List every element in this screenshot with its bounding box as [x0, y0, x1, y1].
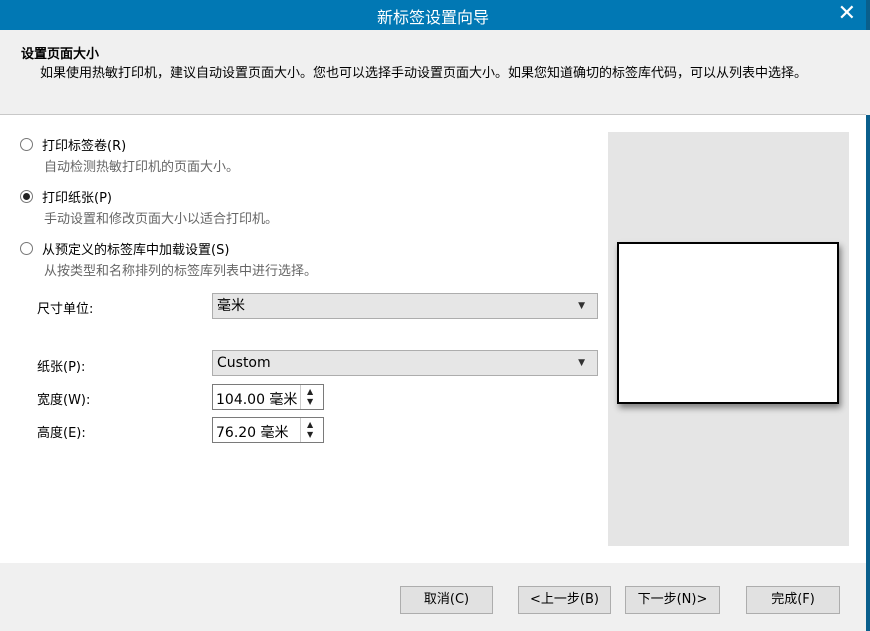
unit-select[interactable]: 毫米 ▼ [212, 293, 598, 319]
width-stepper[interactable]: 104.00 毫米 ▲ ▼ [212, 384, 324, 410]
paper-value: Custom [217, 355, 271, 371]
paper-label: 纸张(P): [37, 360, 86, 375]
finish-button[interactable]: 完成(F) [746, 586, 840, 614]
radio-label-roll[interactable] [20, 138, 33, 151]
next-button[interactable]: 下一步(N)> [625, 586, 720, 614]
width-label: 宽度(W): [37, 393, 91, 408]
option-library-text: 从预定义的标签库中加载设置(S) [42, 243, 230, 258]
radio-library[interactable] [20, 242, 33, 255]
paper-select[interactable]: Custom ▼ [212, 350, 598, 376]
back-button[interactable]: <上一步(B) [518, 586, 611, 614]
height-label: 高度(E): [37, 426, 86, 441]
unit-value: 毫米 [217, 298, 245, 314]
height-value: 76.20 毫米 [216, 425, 289, 441]
chevron-down-icon: ▼ [578, 358, 585, 368]
spin-down-icon[interactable]: ▼ [307, 430, 313, 439]
chevron-down-icon: ▼ [578, 301, 585, 311]
option-paper-desc: 手动设置和修改页面大小以适合打印机。 [44, 212, 279, 227]
unit-label: 尺寸单位: [37, 302, 94, 317]
spin-down-icon[interactable]: ▼ [307, 397, 313, 406]
height-spin-buttons[interactable]: ▲ ▼ [300, 418, 323, 442]
paper-preview [617, 242, 839, 404]
width-spin-buttons[interactable]: ▲ ▼ [300, 385, 323, 409]
spin-up-icon[interactable]: ▲ [307, 387, 313, 396]
cancel-button[interactable]: 取消(C) [400, 586, 493, 614]
option-paper-text: 打印纸张(P) [42, 191, 112, 206]
option-label-roll-text: 打印标签卷(R) [42, 139, 127, 154]
wizard-header: 设置页面大小 如果使用热敏打印机，建议自动设置页面大小。您也可以选择手动设置页面… [0, 30, 866, 115]
close-icon[interactable]: ✕ [838, 2, 856, 26]
option-library-desc: 从按类型和名称排列的标签库列表中进行选择。 [44, 264, 318, 279]
option-label-roll[interactable]: 打印标签卷(R) [20, 135, 126, 154]
option-library[interactable]: 从预定义的标签库中加载设置(S) [20, 239, 229, 258]
page-description: 如果使用热敏打印机，建议自动设置页面大小。您也可以选择手动设置页面大小。如果您知… [40, 66, 808, 81]
page-title: 设置页面大小 [21, 47, 100, 62]
radio-paper[interactable] [20, 190, 33, 203]
height-stepper[interactable]: 76.20 毫米 ▲ ▼ [212, 417, 324, 443]
window-title: 新标签设置向导 [376, 8, 489, 27]
page-preview [608, 132, 849, 546]
option-paper[interactable]: 打印纸张(P) [20, 187, 112, 206]
wizard-footer: 取消(C) <上一步(B) 下一步(N)> 完成(F) [0, 563, 870, 631]
wizard-content: 打印标签卷(R) 自动检测热敏打印机的页面大小。 打印纸张(P) 手动设置和修改… [0, 115, 870, 563]
width-value: 104.00 毫米 [216, 392, 298, 408]
title-bar: 新标签设置向导 ✕ [0, 0, 870, 30]
spin-up-icon[interactable]: ▲ [307, 420, 313, 429]
option-label-roll-desc: 自动检测热敏打印机的页面大小。 [44, 160, 240, 175]
